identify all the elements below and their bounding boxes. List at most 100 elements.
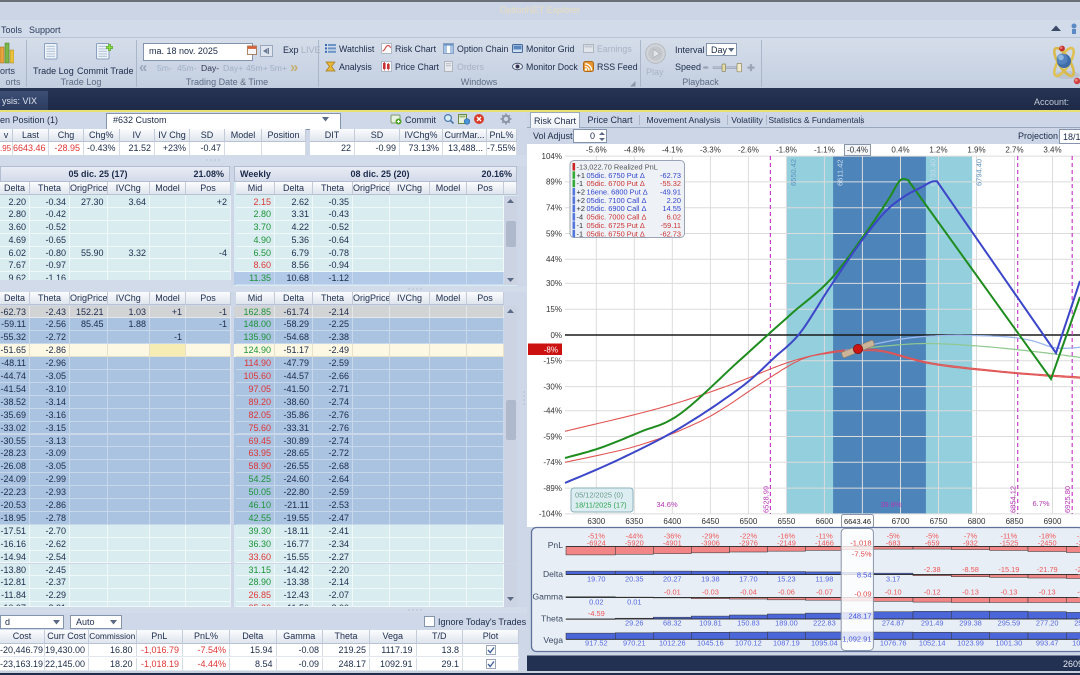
svg-text:74%: 74% <box>546 204 562 213</box>
svg-text:-104%: -104% <box>539 510 562 519</box>
svg-text:-683: -683 <box>886 539 901 548</box>
svg-text:6700: 6700 <box>892 517 910 526</box>
svg-text:-44%: -44% <box>543 407 562 416</box>
svg-text:-2450: -2450 <box>1038 539 1057 548</box>
svg-text:6850: 6850 <box>1006 517 1024 526</box>
svg-text:-2.6%: -2.6% <box>738 146 759 155</box>
svg-text:6854.12: 6854.12 <box>1009 486 1018 513</box>
svg-text:18/11/2025 (17): 18/11/2025 (17) <box>575 501 627 510</box>
svg-text:-0.4%: -0.4% <box>847 146 868 155</box>
svg-text:1023.99: 1023.99 <box>957 638 984 647</box>
svg-text:-932: -932 <box>963 539 978 548</box>
svg-text:291.49: 291.49 <box>921 619 944 628</box>
svg-text:6550: 6550 <box>778 517 796 526</box>
svg-text:150.83: 150.83 <box>737 619 760 628</box>
svg-text:222.83: 222.83 <box>813 619 836 628</box>
svg-text:Vega: Vega <box>543 635 563 645</box>
svg-text:1012.26: 1012.26 <box>659 638 686 647</box>
svg-text:-0.01: -0.01 <box>664 587 681 596</box>
svg-text:-0.06: -0.06 <box>778 587 795 596</box>
svg-text:-89%: -89% <box>543 484 562 493</box>
svg-text:PnL: PnL <box>548 540 564 550</box>
svg-text:-2149: -2149 <box>777 539 796 548</box>
svg-text:6643.46: 6643.46 <box>844 517 871 526</box>
svg-text:-0.09: -0.09 <box>854 590 871 599</box>
svg-text:05/12/2025 (0): 05/12/2025 (0) <box>575 491 623 500</box>
svg-text:-5920: -5920 <box>625 539 644 548</box>
svg-text:6611.42: 6611.42 <box>836 159 845 186</box>
svg-text:6450: 6450 <box>702 517 720 526</box>
svg-text:-4901: -4901 <box>663 539 682 548</box>
svg-text:109.81: 109.81 <box>699 619 722 628</box>
svg-text:1005.00: 1005.00 <box>1072 638 1080 647</box>
svg-text:6925.80: 6925.80 <box>1063 486 1072 513</box>
svg-text:-1466: -1466 <box>815 539 834 548</box>
svg-text:-3.3%: -3.3% <box>700 146 721 155</box>
svg-text:1095.04: 1095.04 <box>811 638 838 647</box>
svg-text:-7.5%: -7.5% <box>852 550 872 559</box>
svg-text:0.4%: 0.4% <box>891 146 909 155</box>
svg-text:250.00: 250.00 <box>1074 619 1080 628</box>
svg-text:15.23: 15.23 <box>777 575 796 584</box>
svg-text:295.59: 295.59 <box>998 619 1021 628</box>
svg-text:20.27: 20.27 <box>663 575 682 584</box>
svg-text:6750: 6750 <box>930 517 948 526</box>
svg-text:-8.58: -8.58 <box>962 565 979 574</box>
svg-text:-659: -659 <box>925 539 940 548</box>
svg-text:Theta: Theta <box>541 614 563 624</box>
svg-text:6794.40: 6794.40 <box>975 159 984 186</box>
svg-text:6600: 6600 <box>816 517 834 526</box>
svg-text:59%: 59% <box>546 229 562 238</box>
svg-text:6350: 6350 <box>625 517 643 526</box>
svg-text:277.20: 277.20 <box>1036 619 1059 628</box>
svg-text:68.32: 68.32 <box>663 619 682 628</box>
svg-text:-0.13: -0.13 <box>962 587 979 596</box>
svg-text:20.35: 20.35 <box>625 575 644 584</box>
svg-text:-0.03: -0.03 <box>702 587 719 596</box>
svg-text:-8%: -8% <box>544 346 558 355</box>
svg-text:11.98: 11.98 <box>815 575 833 584</box>
svg-text:189.00: 189.00 <box>775 619 798 628</box>
svg-text:1001.30: 1001.30 <box>996 638 1023 647</box>
svg-text:19.38: 19.38 <box>701 575 720 584</box>
svg-text:-0.10: -0.10 <box>885 587 902 596</box>
svg-text:-1: -1 <box>577 229 584 238</box>
svg-text:6400: 6400 <box>663 517 681 526</box>
svg-text:0%: 0% <box>550 331 562 340</box>
svg-text:274.87: 274.87 <box>882 619 905 628</box>
svg-text:-1,018: -1,018 <box>850 539 871 548</box>
svg-text:299.38: 299.38 <box>959 619 982 628</box>
svg-text:-5.6%: -5.6% <box>586 146 607 155</box>
svg-text:89%: 89% <box>546 178 562 187</box>
svg-text:29.26: 29.26 <box>625 619 644 628</box>
svg-text:-0.04: -0.04 <box>740 587 757 596</box>
svg-text:6.7%: 6.7% <box>1032 499 1049 508</box>
svg-text:-0.13: -0.13 <box>1039 587 1056 596</box>
svg-text:-74%: -74% <box>543 458 562 467</box>
svg-text:-15%: -15% <box>543 357 562 366</box>
svg-text:-0.13: -0.13 <box>1000 587 1017 596</box>
svg-text:-2976: -2976 <box>739 539 758 548</box>
svg-text:-0.12: -0.12 <box>924 587 941 596</box>
svg-text:-15.19: -15.19 <box>998 565 1019 574</box>
svg-text:1.2%: 1.2% <box>929 146 947 155</box>
svg-text:1052.14: 1052.14 <box>919 638 946 647</box>
svg-text:6550.42: 6550.42 <box>789 159 798 186</box>
svg-text:0.02: 0.02 <box>589 598 603 607</box>
svg-text:917.52: 917.52 <box>585 638 608 647</box>
svg-text:993.47: 993.47 <box>1036 638 1059 647</box>
svg-text:-1525: -1525 <box>999 539 1018 548</box>
svg-text:15%: 15% <box>546 305 562 314</box>
svg-text:248.17: 248.17 <box>849 612 872 621</box>
svg-text:19.70: 19.70 <box>587 575 606 584</box>
svg-text:39.8%: 39.8% <box>880 500 902 509</box>
svg-text:-6924: -6924 <box>587 539 606 548</box>
svg-text:3.4%: 3.4% <box>1043 146 1061 155</box>
svg-text:-21.79: -21.79 <box>1037 565 1058 574</box>
svg-text:-3906: -3906 <box>701 539 720 548</box>
svg-text:-59%: -59% <box>543 432 562 441</box>
svg-text:970.21: 970.21 <box>623 638 646 647</box>
svg-text:104%: 104% <box>542 152 562 161</box>
svg-text:-1.1%: -1.1% <box>814 146 835 155</box>
svg-text:-4.59: -4.59 <box>588 609 605 618</box>
